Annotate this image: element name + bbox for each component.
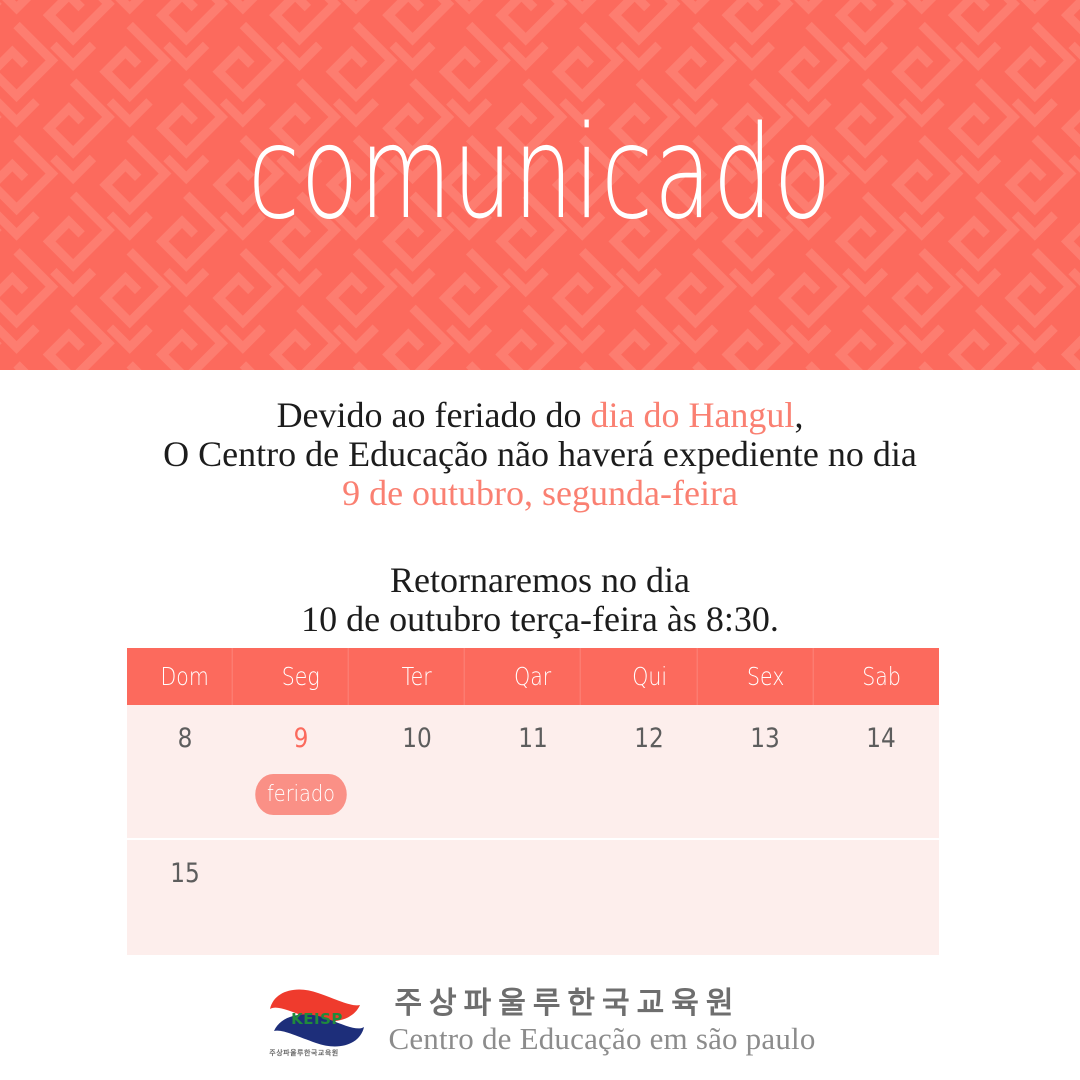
- calendar-day-number: 12: [634, 723, 664, 754]
- svg-text:주상파울루한국교육원: 주상파울루한국교육원: [270, 1048, 339, 1057]
- calendar-day-number: 9: [293, 723, 309, 754]
- footer: KEISP 주상파울루한국교육원 주상파울루한국교육원 Centro de Ed…: [0, 972, 1080, 1072]
- calendar-day-number: 11: [518, 723, 548, 754]
- return-line-1: Retornaremos no dia: [390, 560, 690, 600]
- message-line-1-text: Devido ao feriado do: [276, 395, 591, 435]
- weekday-header-sab: Sab: [862, 662, 901, 691]
- calendar-day-cell[interactable]: 10: [359, 705, 475, 838]
- calendar-day-cell[interactable]: 8: [127, 705, 243, 838]
- message-line-1-highlight: dia do Hangul: [590, 395, 795, 435]
- return-line-2: 10 de outubro terça-feira às 8:30.: [301, 599, 779, 639]
- weekday-header-qui: Qui: [602, 648, 698, 705]
- calendar-day-cell[interactable]: [359, 840, 475, 955]
- calendar-day-cell[interactable]: [823, 840, 939, 955]
- calendar-day-cell[interactable]: [707, 840, 823, 955]
- svg-text:KEISP: KEISP: [292, 1010, 344, 1028]
- calendar-day-cell[interactable]: 9 feriado: [243, 705, 359, 838]
- weekday-header-dom: Dom: [137, 648, 233, 705]
- calendar-day-cell[interactable]: [475, 840, 591, 955]
- footer-portuguese-name: Centro de Educação em são paulo: [388, 1021, 816, 1056]
- message-line-1-comma: ,: [794, 395, 804, 435]
- calendar-day-number: 8: [177, 723, 193, 754]
- calendar: Dom Seg Ter Qar Qui Sex Sab 8 9 feriado …: [127, 648, 939, 955]
- message-line-3: 9 de outubro, segunda-feira: [342, 473, 738, 513]
- footer-text-block: 주상파울루한국교육원 Centro de Educação em são pau…: [388, 987, 815, 1057]
- calendar-day-number: 14: [866, 723, 896, 754]
- weekday-header-qar: Qar: [486, 648, 582, 705]
- keisp-taegeuk-logo-icon: KEISP 주상파울루한국교육원: [264, 981, 372, 1063]
- message-paragraph-2: Retornaremos no dia 10 de outubro terça-…: [0, 561, 1080, 639]
- message-line-2: O Centro de Educação não haverá expedien…: [163, 434, 917, 474]
- calendar-week-row: 15: [127, 838, 939, 955]
- comunicado-poster: comunicado Devido ao feriado do dia do H…: [0, 0, 1080, 1080]
- footer-korean-name: 주상파울루한국교육원: [394, 986, 741, 1021]
- page-title: comunicado: [247, 99, 833, 248]
- calendar-day-cell[interactable]: [243, 840, 359, 955]
- weekday-header-seg: Seg: [254, 648, 349, 705]
- calendar-day-cell[interactable]: [591, 840, 707, 955]
- calendar-day-cell[interactable]: 12: [591, 705, 707, 838]
- calendar-day-number: 15: [170, 858, 200, 889]
- message-paragraph-1: Devido ao feriado do dia do Hangul, O Ce…: [0, 396, 1080, 513]
- calendar-day-cell[interactable]: 13: [707, 705, 823, 838]
- message-line-1: Devido ao feriado do dia do Hangul,: [0, 396, 1080, 435]
- calendar-weekday-header: Dom Seg Ter Qar Qui Sex Sab: [127, 648, 939, 705]
- weekday-header-ter: Ter: [370, 648, 465, 705]
- calendar-week-row: 8 9 feriado 10 11 12 13 14: [127, 705, 939, 838]
- calendar-day-cell[interactable]: 15: [127, 840, 243, 955]
- calendar-day-cell[interactable]: 11: [475, 705, 591, 838]
- calendar-day-number: 13: [750, 723, 780, 754]
- calendar-day-cell[interactable]: 14: [823, 705, 939, 838]
- weekday-header-sex: Sex: [718, 648, 814, 705]
- holiday-badge: feriado: [255, 774, 347, 815]
- header-banner: comunicado: [0, 0, 1080, 370]
- calendar-day-number: 10: [402, 723, 432, 754]
